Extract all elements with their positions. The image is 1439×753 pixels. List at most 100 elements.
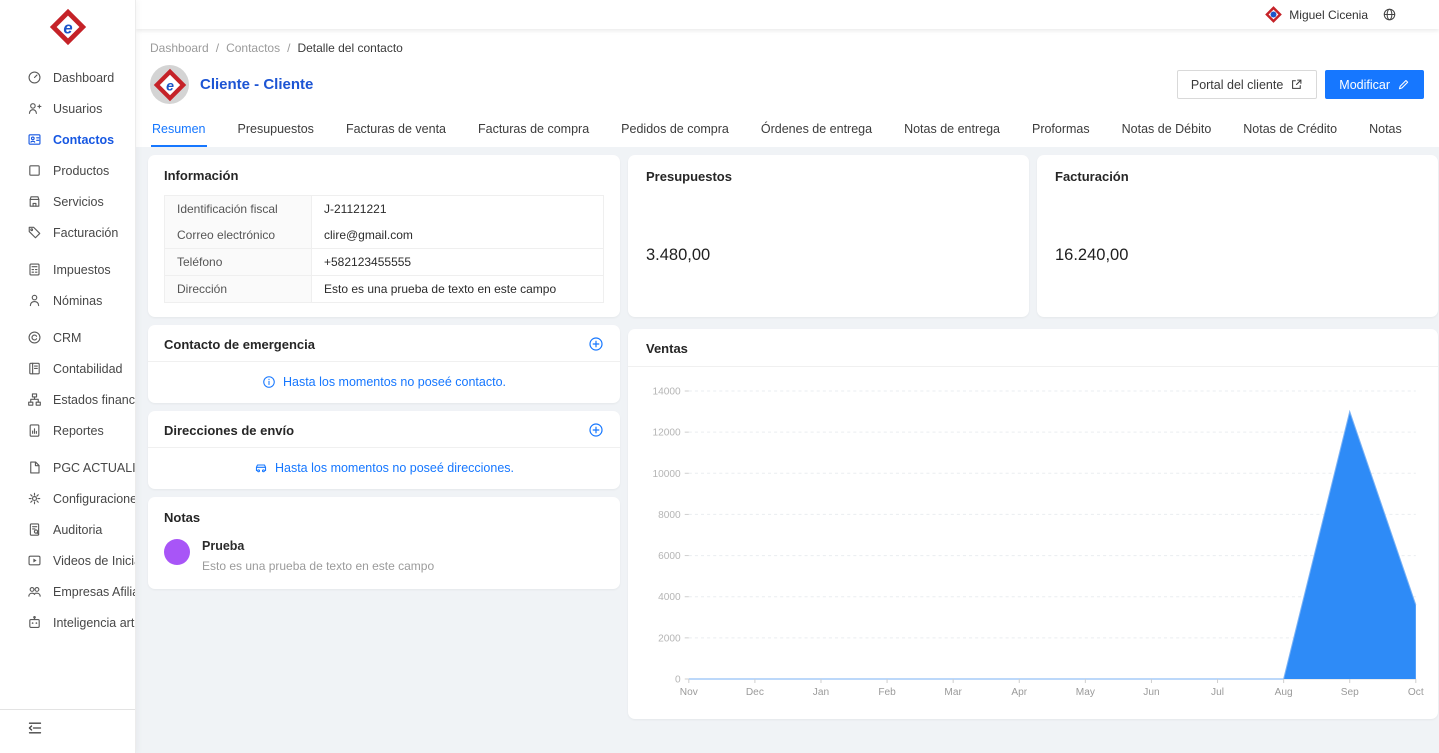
- presupuestos-title: Presupuestos: [646, 169, 732, 184]
- facturacion-card: Facturación 16.240,00: [1037, 155, 1438, 317]
- sidebar-item-label: Contactos: [53, 132, 115, 147]
- page-header: Dashboard / Contactos / Detalle del cont…: [136, 29, 1439, 147]
- sidebar-item-facturacion[interactable]: Facturación: [0, 217, 135, 248]
- modificar-button[interactable]: Modificar: [1325, 70, 1424, 99]
- sidebar-item-crm[interactable]: CRM: [0, 322, 135, 353]
- breadcrumb-current: Detalle del contacto: [297, 41, 403, 55]
- tab-presupuestos[interactable]: Presupuestos: [237, 116, 315, 147]
- svg-text:4000: 4000: [658, 592, 681, 603]
- sidebar-item-label: CRM: [53, 330, 82, 345]
- language-globe-icon[interactable]: [1382, 7, 1397, 22]
- sidebar-item-label: Reportes: [53, 423, 104, 438]
- sidebar-footer: [0, 709, 135, 753]
- accounting-ledger-icon: [29, 362, 40, 375]
- svg-text:Mar: Mar: [944, 687, 962, 698]
- add-shipping-address-icon[interactable]: [588, 422, 604, 438]
- svg-text:12000: 12000: [652, 428, 681, 439]
- notas-card: Notas Prueba Esto es una prueba de texto…: [148, 497, 620, 589]
- invoice-tag-icon: [28, 226, 41, 239]
- presupuestos-value: 3.480,00: [646, 246, 711, 264]
- sidebar-item-label: Impuestos: [53, 262, 111, 277]
- breadcrumb-separator: /: [287, 41, 291, 55]
- user-menu[interactable]: Miguel Cicenia: [1265, 6, 1368, 23]
- header-actions: Portal del cliente Modificar: [1176, 70, 1424, 99]
- tab-facturas-de-venta[interactable]: Facturas de venta: [345, 116, 447, 147]
- breadcrumb-separator: /: [215, 41, 220, 55]
- svg-text:Dec: Dec: [746, 687, 764, 698]
- tab-proformas[interactable]: Proformas: [1031, 116, 1091, 147]
- sidebar-item-usuarios[interactable]: Usuarios: [0, 93, 135, 124]
- tab-notas-de-credito[interactable]: Notas de Crédito: [1242, 116, 1338, 147]
- sidebar-item-pgc-actualizado[interactable]: PGC ACTUALIZADO: [0, 452, 135, 483]
- facturacion-title: Facturación: [1055, 169, 1129, 184]
- sidebar-item-contactos[interactable]: Contactos: [0, 124, 135, 155]
- sidebar-item-productos[interactable]: Productos: [0, 155, 135, 186]
- facturacion-value: 16.240,00: [1055, 246, 1129, 264]
- contacto-emergencia-card: Contacto de emergencia Hasta los momento…: [148, 325, 620, 403]
- portal-del-cliente-button[interactable]: Portal del cliente: [1176, 70, 1318, 99]
- note-text: Esto es una prueba de texto en este camp…: [202, 559, 435, 573]
- sidebar-item-configuraciones[interactable]: Configuraciones: [0, 483, 135, 514]
- notas-title: Notas: [164, 510, 201, 525]
- sidebar-item-label: Auditoria: [53, 522, 103, 537]
- left-column: Información Identificación fiscal J-2112…: [148, 155, 620, 745]
- sidebar-item-reportes[interactable]: Reportes: [0, 415, 135, 446]
- sidebar-item-servicios[interactable]: Servicios: [0, 186, 135, 217]
- sidebar-item-label: Dashboard: [53, 70, 115, 85]
- audit-icon: [29, 523, 40, 536]
- sidebar-item-contabilidad[interactable]: Contabilidad: [0, 353, 135, 384]
- sidebar-item-estados-financieros[interactable]: Estados financieros: [0, 384, 135, 415]
- breadcrumb-dashboard[interactable]: Dashboard: [150, 41, 209, 55]
- svg-text:Jul: Jul: [1211, 687, 1224, 698]
- svg-text:e: e: [63, 18, 72, 37]
- ventas-chart-card: Ventas 0 2000 4000 6000 8000 10000 12000 14000 N…: [628, 329, 1438, 719]
- svg-text:10000: 10000: [652, 469, 681, 480]
- svg-text:8000: 8000: [658, 510, 681, 521]
- title-row: e Cliente - Cliente Portal del cliente M…: [150, 65, 1424, 104]
- emergency-empty-state: Hasta los momentos no poseé contacto.: [148, 362, 620, 403]
- presupuestos-card: Presupuestos 3.480,00: [628, 155, 1029, 317]
- direcciones-envio-card: Direcciones de envío Hasta los momentos …: [148, 411, 620, 489]
- sidebar-item-label: Facturación: [53, 225, 119, 240]
- sidebar-item-auditoria[interactable]: Auditoria: [0, 514, 135, 545]
- sidebar-item-inteligencia-artificial[interactable]: Inteligencia artificial: [0, 607, 135, 638]
- products-icon: [29, 165, 40, 176]
- robot-icon: [29, 615, 40, 628]
- table-row: Correo electrónico clire@gmail.com: [164, 222, 604, 249]
- taxes-calculator-icon: [29, 263, 40, 276]
- info-circle-icon: [263, 376, 275, 388]
- tab-notas-de-entrega[interactable]: Notas de entrega: [903, 116, 1001, 147]
- sidebar-item-label: Usuarios: [53, 101, 103, 116]
- tab-bar: Resumen Presupuestos Facturas de venta F…: [150, 116, 1424, 147]
- menu-fold-icon[interactable]: [27, 720, 43, 736]
- svg-text:Jan: Jan: [813, 687, 829, 698]
- team-icon: [28, 587, 41, 597]
- sidebar-item-videos-de-iniciacion[interactable]: Videos de Iniciación: [0, 545, 135, 576]
- note-title: Prueba: [202, 539, 245, 553]
- ventas-area-chart: 0 2000 4000 6000 8000 10000 12000 14000 Nov Dec Ja…: [652, 387, 1424, 698]
- delivery-car-icon: [255, 464, 267, 473]
- sidebar-item-impuestos[interactable]: Impuestos: [0, 254, 135, 285]
- breadcrumb-contactos[interactable]: Contactos: [226, 41, 280, 55]
- svg-text:Oct: Oct: [1408, 687, 1424, 698]
- tab-ordenes-de-entrega[interactable]: Órdenes de entrega: [760, 116, 873, 147]
- content: Información Identificación fiscal J-2112…: [136, 147, 1439, 753]
- sidebar-item-label: Videos de Iniciación: [53, 553, 135, 568]
- sidebar-item-dashboard[interactable]: Dashboard: [0, 62, 135, 93]
- add-emergency-contact-icon[interactable]: [588, 336, 604, 352]
- sidebar-item-label: Nóminas: [53, 293, 103, 308]
- tab-resumen[interactable]: Resumen: [151, 116, 207, 147]
- sidebar-item-label: Contabilidad: [53, 361, 123, 376]
- informacion-card: Información Identificación fiscal J-2112…: [148, 155, 620, 317]
- sidebar-item-empresas-afiliadas[interactable]: Empresas Afiliadas: [0, 576, 135, 607]
- contacto-emergencia-title: Contacto de emergencia: [164, 336, 315, 352]
- sidebar-item-label: PGC ACTUALIZADO: [53, 460, 135, 475]
- topbar: Miguel Cicenia: [136, 0, 1439, 29]
- tab-facturas-de-compra[interactable]: Facturas de compra: [477, 116, 590, 147]
- svg-text:Apr: Apr: [1011, 687, 1027, 698]
- tab-pedidos-de-compra[interactable]: Pedidos de compra: [620, 116, 730, 147]
- sidebar-item-nominas[interactable]: Nóminas: [0, 285, 135, 316]
- tab-notas[interactable]: Notas: [1368, 116, 1403, 147]
- tab-notas-de-debito[interactable]: Notas de Débito: [1121, 116, 1213, 147]
- note-color-dot: [164, 539, 190, 565]
